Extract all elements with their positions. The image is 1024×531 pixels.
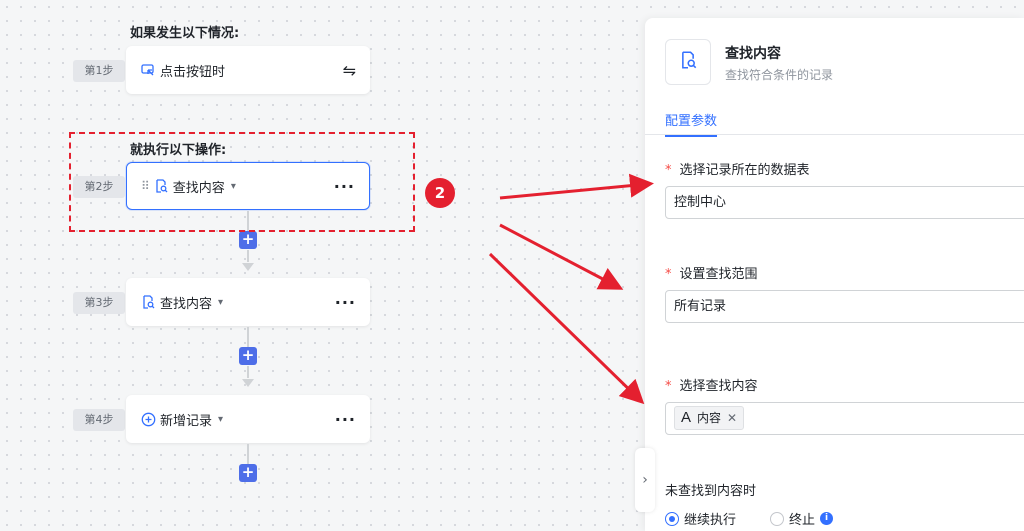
info-icon[interactable]: i — [820, 512, 834, 525]
step-label: 查找内容 — [160, 296, 213, 312]
config-panel: 查找内容 查找符合条件的记录 配置参数 * 选择记录所在的数据表 控制中心 * 设置… — [635, 18, 1024, 531]
field-label-table: * 选择记录所在的数据表 — [665, 159, 810, 178]
radio-continue[interactable] — [665, 511, 679, 526]
required-mark: * — [665, 267, 672, 282]
required-mark: * — [665, 379, 672, 394]
cursor-click-icon — [140, 62, 156, 78]
more-icon[interactable]: ··· — [335, 293, 356, 312]
step-card-trigger[interactable]: 点击按钮时 ⇋ — [126, 46, 370, 94]
field-label-scope: * 设置查找范围 — [665, 263, 758, 282]
switch-icon[interactable]: ⇋ — [343, 61, 356, 80]
connector — [247, 327, 249, 347]
field-chip: A 内容 ✕ — [674, 406, 745, 430]
option-label: 继续执行 — [684, 513, 737, 528]
panel-icon-box — [665, 39, 711, 85]
option-label: 终止 — [789, 513, 816, 528]
step-card-find-2[interactable]: 查找内容 ▾ ··· — [126, 278, 370, 326]
remove-chip-icon[interactable]: ✕ — [727, 407, 737, 429]
chevron-right-icon: › — [642, 472, 648, 488]
chevron-down-icon[interactable]: ▾ — [218, 297, 223, 308]
highlight-box — [69, 132, 415, 232]
step-tag-3: 第3步 — [73, 292, 125, 314]
step-tag-4: 第4步 — [73, 409, 125, 431]
workflow-canvas: 如果发生以下情况: 第1步 点击按钮时 ⇋ 就执行以下操作: 第2步 ⠿ 查找内… — [0, 0, 640, 531]
annotation-badge: 2 — [425, 178, 455, 208]
panel-title: 查找内容 — [725, 46, 781, 62]
step-label: 新增记录 — [160, 413, 213, 429]
find-record-icon — [679, 51, 697, 73]
add-step-button[interactable]: + — [239, 231, 257, 249]
find-record-icon — [140, 294, 156, 310]
step-label: 点击按钮时 — [160, 64, 226, 80]
scope-select[interactable]: 所有记录 — [665, 290, 1024, 323]
collapse-panel-button[interactable]: › — [635, 448, 655, 512]
more-icon[interactable]: ··· — [335, 410, 356, 429]
tab-divider — [645, 134, 1024, 135]
required-mark: * — [665, 163, 672, 178]
chip-label: 内容 — [697, 411, 722, 425]
connector — [247, 250, 249, 262]
arrow-down-icon — [242, 263, 254, 271]
table-select[interactable]: 控制中心 — [665, 186, 1024, 219]
trigger-title: 如果发生以下情况: — [130, 26, 240, 41]
text-field-icon: A — [681, 409, 692, 426]
add-step-button[interactable]: + — [239, 347, 257, 365]
panel-subtitle: 查找符合条件的记录 — [725, 68, 834, 82]
field-label-content: * 选择查找内容 — [665, 375, 758, 394]
not-found-label: 未查找到内容时 — [665, 484, 757, 499]
not-found-options: 继续执行 终止 i — [665, 509, 834, 528]
tab-config[interactable]: 配置参数 — [665, 110, 718, 137]
field-label-text: 选择查找内容 — [679, 379, 758, 394]
radio-stop[interactable] — [770, 511, 785, 526]
chevron-down-icon[interactable]: ▾ — [218, 414, 223, 425]
add-circle-icon — [140, 411, 156, 427]
field-label-text: 选择记录所在的数据表 — [679, 163, 810, 178]
step-tag-1: 第1步 — [73, 60, 125, 82]
add-step-button[interactable]: + — [239, 464, 257, 482]
connector — [247, 366, 249, 378]
step-card-add-record[interactable]: 新增记录 ▾ ··· — [126, 395, 370, 443]
content-select[interactable]: A 内容 ✕ — [665, 402, 1024, 435]
arrow-down-icon — [242, 379, 254, 387]
field-label-text: 设置查找范围 — [679, 267, 758, 282]
connector — [247, 444, 249, 464]
